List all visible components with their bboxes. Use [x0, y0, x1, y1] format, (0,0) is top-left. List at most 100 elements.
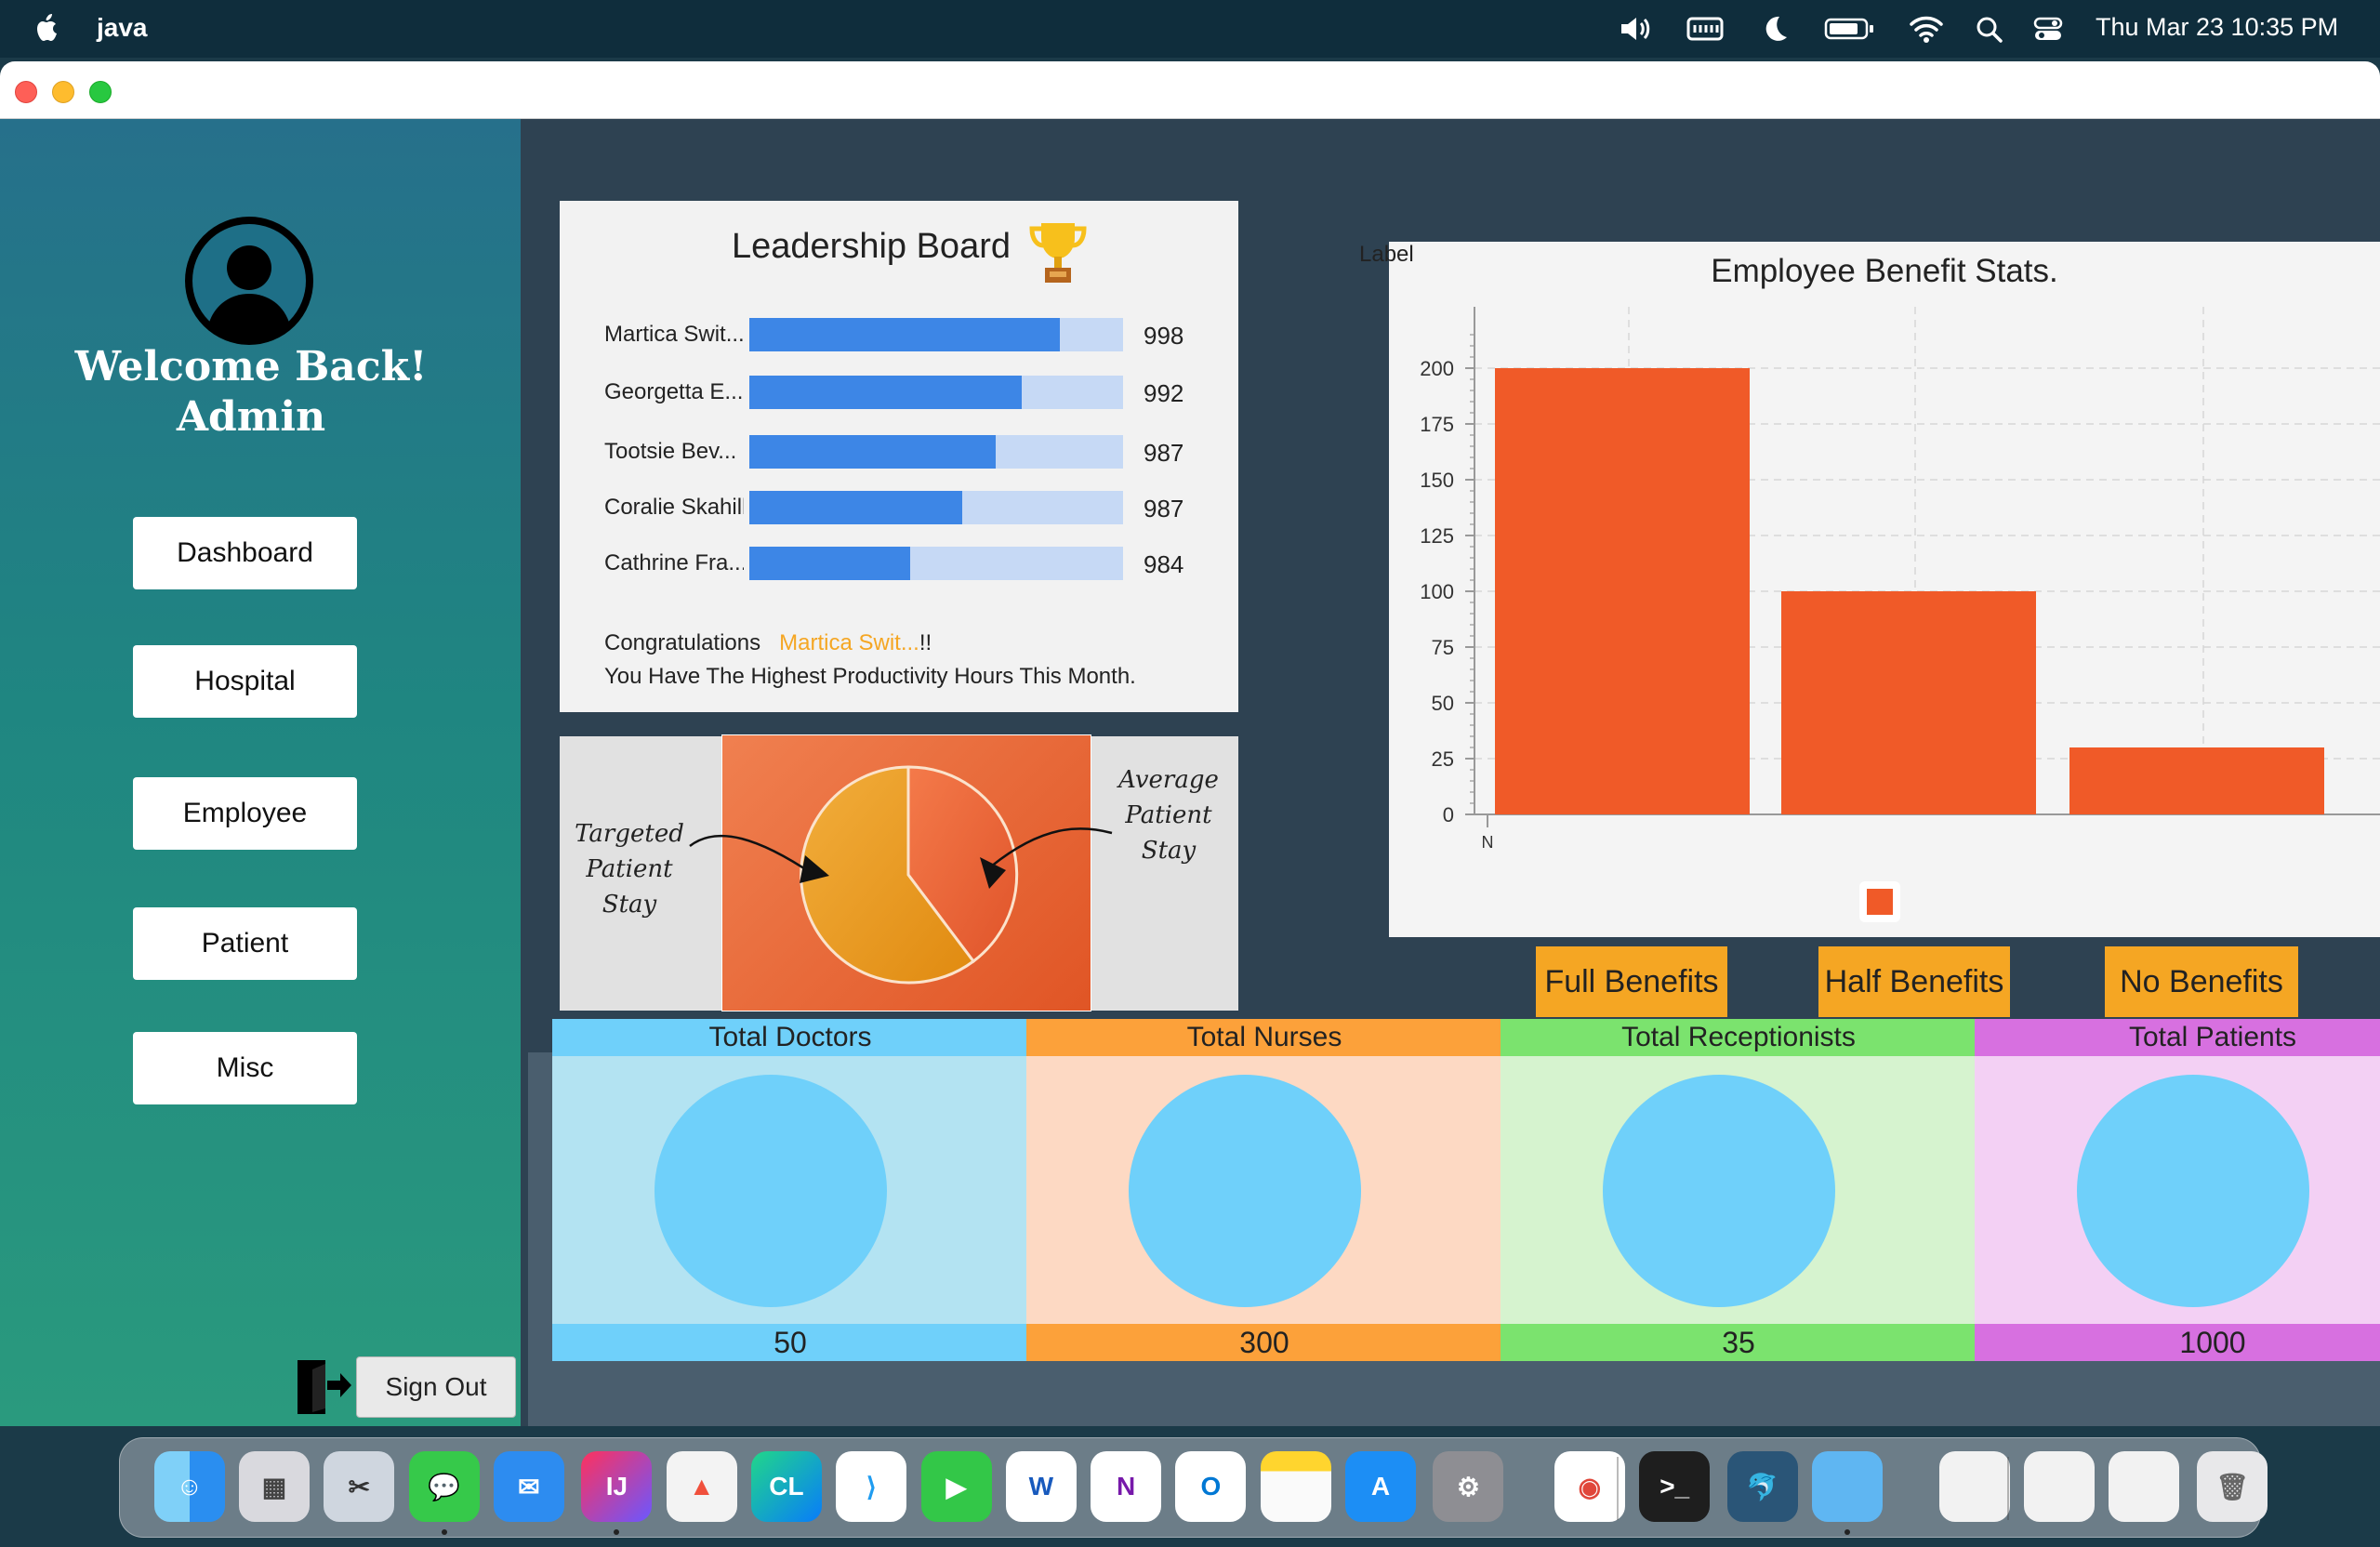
welcome-line: Welcome Back!	[74, 343, 428, 390]
mail-icon[interactable]: ✉	[493, 1451, 564, 1522]
control-center-icon[interactable]	[2032, 11, 2064, 46]
battery-icon[interactable]	[1824, 11, 1876, 46]
dock: ☺ ▦ ✂ 💬 ✉ IJ ▲ CL ⟩ ▶ W N O A ⚙ ◉ >_ 🐬 🗑	[119, 1437, 2268, 1538]
zoom-window-button[interactable]	[89, 81, 112, 103]
no-benefits-button[interactable]: No Benefits	[2105, 946, 2298, 1017]
y-tick-label: 175	[1420, 413, 1454, 436]
employee-benefit-chart: Label Employee Benefit Stats. 0 25 50 75 100…	[1359, 242, 2380, 937]
finder-icon[interactable]: ☺	[153, 1451, 225, 1522]
system-settings-icon[interactable]: ⚙	[1433, 1451, 1504, 1522]
total-card-circle	[2077, 1075, 2309, 1307]
mail-icon-glyph: ✉	[518, 1472, 540, 1501]
employee-button[interactable]: Employee	[133, 777, 357, 850]
congrats-detail: You Have The Highest Productivity Hours …	[604, 664, 1136, 689]
chrome-icon[interactable]: ◉	[1554, 1451, 1625, 1522]
total-card-circle	[654, 1075, 887, 1307]
window-thumbnail-2[interactable]	[2024, 1451, 2096, 1522]
window-thumbnail-3[interactable]	[2109, 1451, 2180, 1522]
y-tick-label: 200	[1420, 357, 1454, 380]
bar-no-benefits	[2069, 747, 2324, 814]
logout-door-icon[interactable]	[296, 1356, 353, 1418]
app-window: Welcome Back! Admin Dashboard Hospital E…	[0, 61, 2380, 1426]
leaderboard-progress-fill	[749, 318, 1060, 351]
window-thumbnail-1[interactable]	[1938, 1451, 2010, 1522]
intellij-icon[interactable]: IJ	[581, 1451, 653, 1522]
clion-icon[interactable]: CL	[750, 1451, 822, 1522]
dock-separator	[1617, 1457, 1619, 1520]
leaderboard-name: Georgetta E...	[604, 379, 744, 404]
sign-out-button[interactable]: Sign Out	[356, 1356, 516, 1418]
patient-stay-panel: Targeted Patient Stay Average Patient St…	[560, 734, 1238, 1012]
folder-icon[interactable]	[1811, 1451, 1883, 1522]
app-store-icon[interactable]: A	[1344, 1451, 1416, 1522]
running-indicator	[441, 1529, 447, 1535]
menu-bar-clock[interactable]: Thu Mar 23 10:35 PM	[2096, 13, 2338, 42]
messages-icon[interactable]: 💬	[408, 1451, 480, 1522]
notes-icon[interactable]	[1260, 1451, 1331, 1522]
y-tick-label: 100	[1420, 580, 1454, 603]
leaderboard-score: 992	[1144, 379, 1184, 407]
total-card-total-patients: Total Patients 1000	[1975, 1019, 2380, 1361]
word-icon[interactable]: W	[1005, 1451, 1077, 1522]
leadership-board-title: Leadership Board	[732, 227, 1011, 266]
menu-bar: java Thu Mar 23 10:35 PM	[0, 0, 2380, 58]
intellij-icon-glyph: IJ	[605, 1472, 628, 1501]
total-card-title: Total Doctors	[552, 1019, 1028, 1056]
spotlight-search-icon[interactable]	[1975, 11, 2004, 46]
screenshot-icon[interactable]: ✂	[324, 1451, 395, 1522]
leaderboard-progress-fill	[749, 435, 997, 469]
leaderboard-score: 984	[1144, 550, 1184, 578]
screenshot-icon-glyph: ✂	[348, 1472, 371, 1501]
pastebot-icon-glyph: ▲	[688, 1472, 715, 1501]
outlook-icon[interactable]: O	[1175, 1451, 1247, 1522]
leaderboard-score: 987	[1144, 495, 1184, 522]
word-icon-glyph: W	[1028, 1472, 1054, 1501]
onenote-icon[interactable]: N	[1091, 1451, 1162, 1522]
window-thumbnail-2-glyph	[2024, 1451, 2095, 1522]
running-indicator	[1844, 1529, 1850, 1535]
terminal-icon[interactable]: >_	[1639, 1451, 1711, 1522]
app-menu-name[interactable]: java	[97, 13, 148, 43]
apple-icon[interactable]	[33, 11, 61, 45]
window-title-bar	[0, 61, 2380, 119]
onenote-icon-glyph: N	[1116, 1472, 1136, 1501]
half-benefits-button[interactable]: Half Benefits	[1818, 946, 2010, 1017]
minimize-window-button[interactable]	[52, 81, 74, 103]
close-window-button[interactable]	[15, 81, 37, 103]
facetime-icon-glyph: ▶	[945, 1472, 967, 1501]
congratulations-message: Congratulations Martica Swit...!! You Ha…	[604, 627, 1136, 694]
patient-button[interactable]: Patient	[133, 907, 357, 980]
leaderboard-progress-fill	[749, 376, 1023, 409]
misc-button[interactable]: Misc	[133, 1032, 357, 1104]
dashboard-button[interactable]: Dashboard	[133, 517, 357, 589]
y-tick-label: 25	[1432, 747, 1454, 771]
pie-annotation-arrows	[689, 827, 1113, 889]
pastebot-icon[interactable]: ▲	[666, 1451, 737, 1522]
volume-icon[interactable]	[1618, 11, 1655, 46]
launchpad-icon[interactable]: ▦	[239, 1451, 311, 1522]
welcome-message: Welcome Back! Admin	[0, 342, 502, 443]
notes-icon-glyph	[1261, 1451, 1331, 1522]
total-card-circle	[1603, 1075, 1835, 1307]
mysql-workbench-icon-glyph: 🐬	[1746, 1472, 1779, 1501]
trash-icon[interactable]: 🗑	[2197, 1451, 2268, 1522]
hospital-button[interactable]: Hospital	[133, 645, 357, 718]
wifi-icon[interactable]	[1908, 11, 1945, 46]
y-tick-label: 75	[1432, 636, 1454, 659]
window-thumbnail-1-glyph	[1939, 1451, 2010, 1522]
mysql-workbench-icon[interactable]: 🐬	[1726, 1451, 1798, 1522]
messages-icon-glyph: 💬	[428, 1472, 461, 1501]
facetime-icon[interactable]: ▶	[920, 1451, 992, 1522]
do-not-disturb-moon-icon[interactable]	[1759, 11, 1791, 46]
keyboard-icon[interactable]	[1686, 11, 1724, 46]
outlook-icon-glyph: O	[1200, 1472, 1222, 1501]
total-card-value: 35	[1501, 1324, 1977, 1361]
leaderboard-progress-fill	[749, 547, 910, 580]
chrome-icon-glyph: ◉	[1578, 1472, 1602, 1501]
full-benefits-button[interactable]: Full Benefits	[1536, 946, 1727, 1017]
bar-chart-plot: 0 25 50 75 100 125 150 175 200 N	[1420, 307, 2380, 852]
congrats-prefix: Congratulations	[604, 630, 761, 655]
top-performer-name: Martica Swit...	[779, 630, 919, 655]
bar-full-benefits	[1495, 368, 1750, 814]
vscode-icon[interactable]: ⟩	[836, 1451, 907, 1522]
